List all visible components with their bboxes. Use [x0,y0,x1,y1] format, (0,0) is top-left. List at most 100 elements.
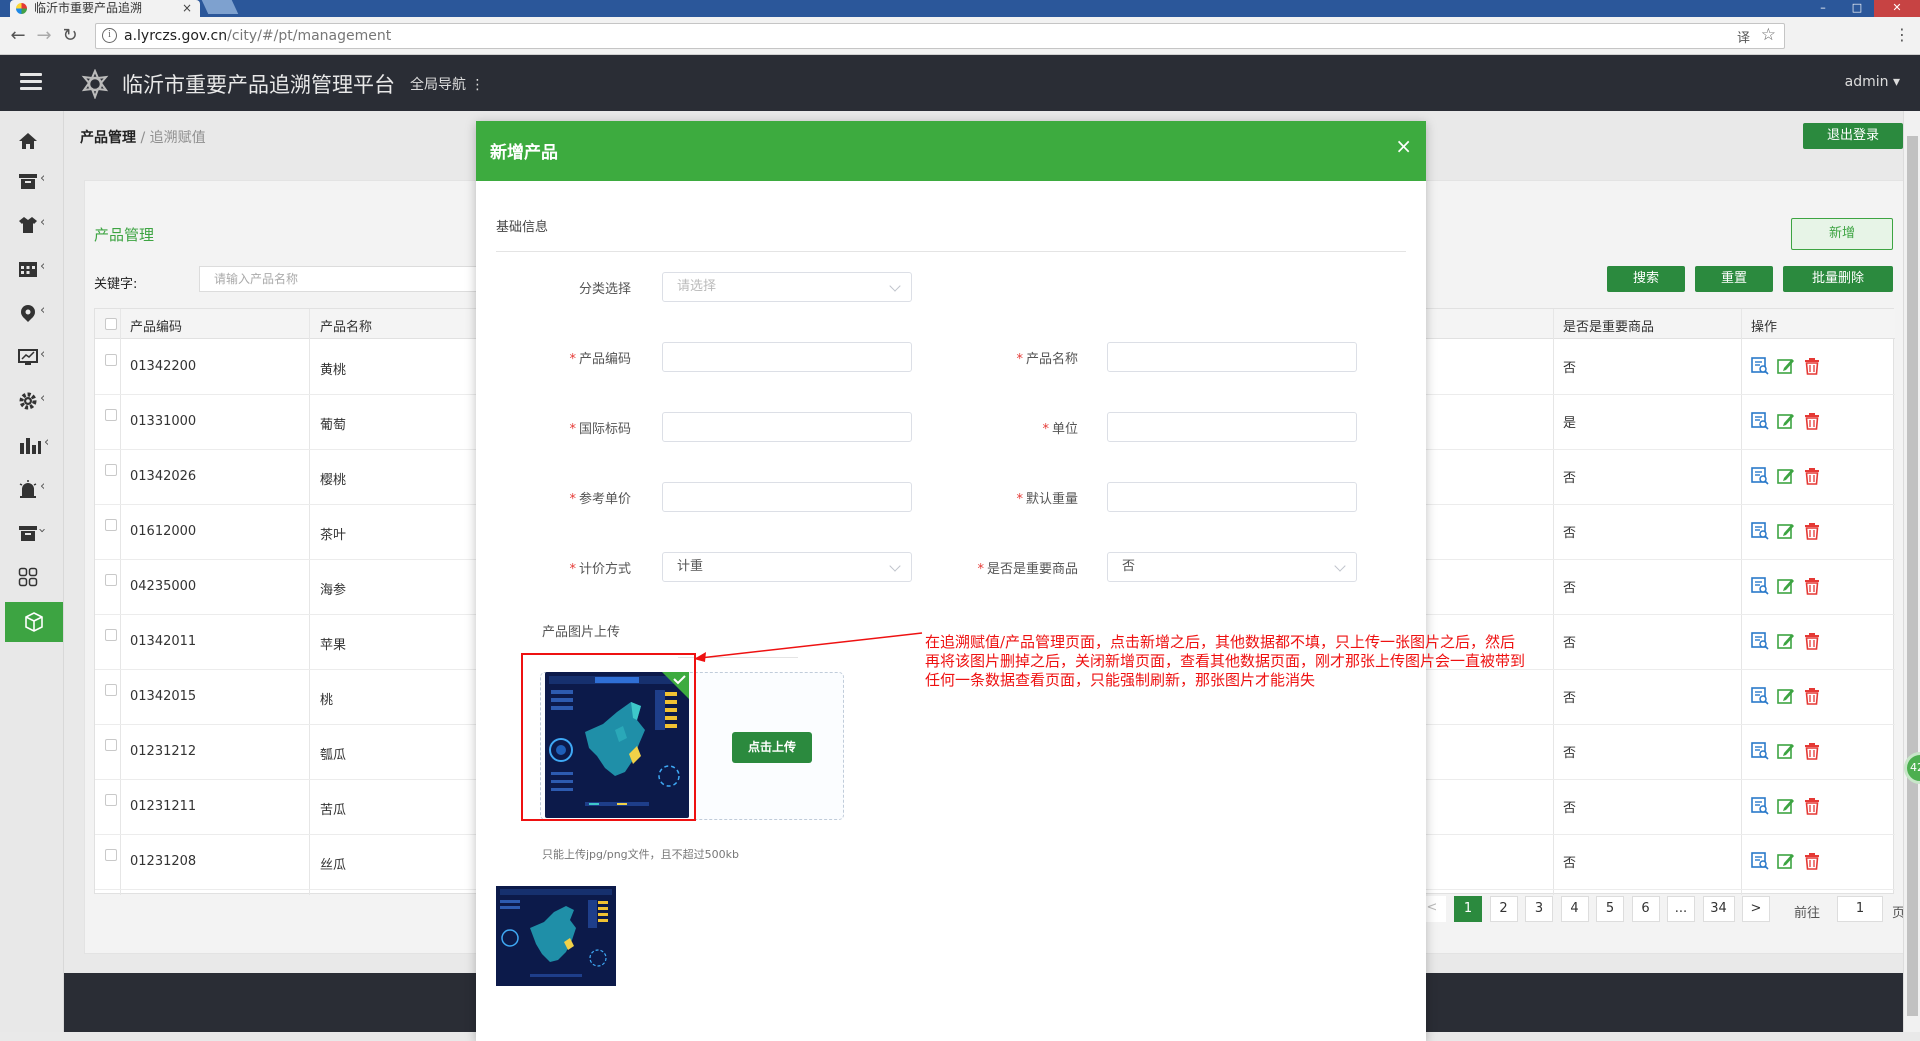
view-detail-icon[interactable] [1751,687,1769,705]
row-checkbox[interactable] [105,409,117,421]
view-detail-icon[interactable] [1751,467,1769,485]
row-checkbox[interactable] [105,849,117,861]
delete-trash-icon[interactable] [1803,852,1821,870]
row-checkbox[interactable] [105,629,117,641]
delete-trash-icon[interactable] [1803,797,1821,815]
edit-icon[interactable] [1777,522,1795,540]
delete-trash-icon[interactable] [1803,687,1821,705]
sidebar-item-calendar[interactable]: ‹ [0,249,64,289]
bookmark-star-icon[interactable]: ☆ [1761,25,1776,45]
view-detail-icon[interactable] [1751,797,1769,815]
default-weight-input[interactable] [1107,482,1357,512]
user-menu[interactable]: admin ▾ [1845,74,1900,90]
click-upload-button[interactable]: 点击上传 [732,732,812,763]
category-select[interactable]: 请选择 [662,272,912,302]
pagination-page-button[interactable]: 1 [1454,896,1482,922]
row-checkbox[interactable] [105,739,117,751]
hamburger-menu-icon[interactable] [20,73,42,91]
sidebar-item-clothing[interactable]: ‹ [0,205,64,245]
batch-delete-button[interactable]: 批量删除 [1783,266,1893,292]
reset-button[interactable]: 重置 [1695,266,1773,292]
pagination-next-button[interactable]: > [1742,896,1770,922]
delete-trash-icon[interactable] [1803,412,1821,430]
row-checkbox[interactable] [105,519,117,531]
view-detail-icon[interactable] [1751,632,1769,650]
maximize-button[interactable]: □ [1840,0,1874,17]
edit-icon[interactable] [1777,577,1795,595]
row-checkbox[interactable] [105,684,117,696]
sidebar-item-traceability-active[interactable] [5,602,63,642]
ref-price-input[interactable] [662,482,912,512]
reload-icon[interactable]: ↻ [60,25,80,46]
delete-trash-icon[interactable] [1803,742,1821,760]
sidebar-item-home[interactable] [0,121,64,161]
row-checkbox[interactable] [105,794,117,806]
row-checkbox[interactable] [105,574,117,586]
pagination-page-button[interactable]: 4 [1560,896,1589,922]
view-detail-icon[interactable] [1751,852,1769,870]
browser-menu-icon[interactable]: ⋮ [1894,25,1910,44]
delete-trash-icon[interactable] [1803,357,1821,375]
window-close-button[interactable]: ✕ [1874,0,1920,17]
pagination-page-button[interactable]: 5 [1596,896,1624,922]
sidebar-item-monitor[interactable]: ‹ [0,337,64,377]
pagination-page-button[interactable]: 6 [1631,896,1660,922]
view-detail-icon[interactable] [1751,412,1769,430]
view-detail-icon[interactable] [1751,357,1769,375]
view-detail-icon[interactable] [1751,577,1769,595]
delete-trash-icon[interactable] [1803,577,1821,595]
sidebar-item-settings[interactable]: ‹ [0,381,64,421]
pagination-ellipsis[interactable]: ... [1667,896,1695,922]
view-detail-icon[interactable] [1751,522,1769,540]
new-tab-button[interactable] [201,0,239,14]
sidebar-item-location[interactable]: ‹ [0,293,64,333]
dialog-close-icon[interactable]: × [1395,134,1412,158]
breadcrumb-section[interactable]: 产品管理 [80,130,136,146]
browser-tab[interactable]: 临沂市重要产品追溯 × [10,0,200,17]
scrollbar-thumb[interactable] [1907,136,1918,1016]
edit-icon[interactable] [1777,412,1795,430]
back-icon[interactable]: ← [8,25,28,46]
select-all-checkbox[interactable] [105,318,117,330]
page-scrollbar[interactable] [1903,111,1920,1032]
add-button[interactable]: 新增 [1791,218,1893,250]
sidebar-item-products[interactable]: ‹ [0,513,64,553]
delete-trash-icon[interactable] [1803,522,1821,540]
global-nav-menu[interactable]: 全局导航 ⋮ [410,74,484,94]
translate-icon[interactable]: 译 [1737,27,1750,46]
edit-icon[interactable] [1777,632,1795,650]
sidebar-item-grid[interactable] [0,557,64,597]
intl-code-input[interactable] [662,412,912,442]
logout-button[interactable]: 退出登录 [1803,123,1903,149]
goto-page-input[interactable]: 1 [1837,896,1883,922]
edit-icon[interactable] [1777,467,1795,485]
view-detail-icon[interactable] [1751,742,1769,760]
pagination-page-button[interactable]: 3 [1525,896,1553,922]
search-button[interactable]: 搜索 [1607,266,1685,292]
minimize-button[interactable]: – [1806,0,1840,17]
delete-trash-icon[interactable] [1803,467,1821,485]
sidebar-item-statistics[interactable]: ‹ [0,425,64,465]
edit-icon[interactable] [1777,687,1795,705]
product-code-input[interactable] [662,342,912,372]
edit-icon[interactable] [1777,742,1795,760]
forward-icon[interactable]: → [34,25,54,46]
pagination-page-button[interactable]: 34 [1702,896,1735,922]
edit-icon[interactable] [1777,852,1795,870]
site-info-icon[interactable]: i [102,28,117,43]
keyword-search-input[interactable]: 请输入产品名称 [199,266,479,292]
product-name-input[interactable] [1107,342,1357,372]
sidebar-item-alerts[interactable]: ‹ [0,469,64,509]
pricing-method-select[interactable]: 计重 [662,552,912,582]
edit-icon[interactable] [1777,797,1795,815]
important-goods-select[interactable]: 否 [1107,552,1357,582]
pagination-page-button[interactable]: 2 [1489,896,1518,922]
tab-close-icon[interactable]: × [182,0,192,17]
delete-trash-icon[interactable] [1803,632,1821,650]
sidebar-item-archive[interactable]: ‹ [0,161,64,201]
url-input[interactable]: i a.lyrczs.gov.cn/city/#/pt/management 译… [95,23,1785,49]
edit-icon[interactable] [1777,357,1795,375]
unit-input[interactable] [1107,412,1357,442]
row-checkbox[interactable] [105,464,117,476]
row-checkbox[interactable] [105,354,117,366]
